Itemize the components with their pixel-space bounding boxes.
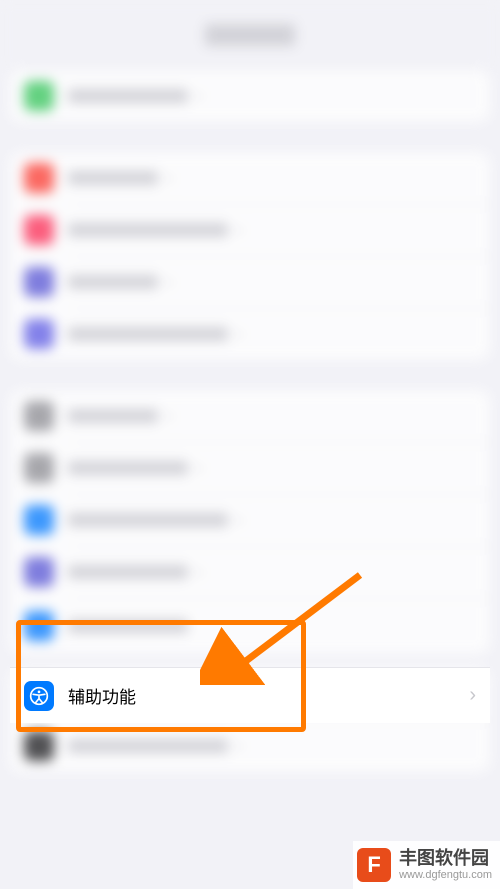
list-item[interactable]: › <box>10 204 490 256</box>
accessibility-label: 辅助功能 <box>68 683 461 708</box>
chevron-right-icon: › <box>166 405 173 428</box>
generic-icon <box>24 401 54 431</box>
list-item[interactable]: › <box>10 308 490 360</box>
chevron-right-icon: › <box>166 167 173 190</box>
chevron-right-icon: › <box>196 85 203 108</box>
row-label <box>68 171 158 185</box>
list-item[interactable]: › <box>10 70 490 122</box>
chevron-right-icon: › <box>196 561 203 584</box>
chevron-right-icon: › <box>166 271 173 294</box>
chevron-right-icon: › <box>196 457 203 480</box>
row-label <box>68 619 188 633</box>
watermark-title: 丰图软件园 <box>399 849 492 869</box>
chevron-right-icon: › <box>236 219 243 242</box>
row-label <box>68 565 188 579</box>
generic-icon <box>24 267 54 297</box>
section-2: › › › › <box>10 152 490 360</box>
row-label <box>68 461 188 475</box>
row-label <box>68 327 228 341</box>
row-label <box>68 513 228 527</box>
row-label <box>68 275 158 289</box>
page-title <box>205 24 295 46</box>
list-item[interactable] <box>10 598 490 654</box>
list-item[interactable]: › <box>10 256 490 308</box>
list-item[interactable]: › <box>10 390 490 442</box>
accessibility-icon <box>24 681 54 711</box>
generic-icon <box>24 215 54 245</box>
chevron-right-icon: › <box>236 509 243 532</box>
generic-icon <box>24 163 54 193</box>
list-item[interactable]: › <box>10 494 490 546</box>
generic-icon <box>24 731 54 761</box>
section-3: › › › › <box>10 390 490 654</box>
list-item[interactable]: › <box>10 152 490 204</box>
row-label <box>68 89 188 103</box>
row-label <box>68 409 158 423</box>
watermark-url: www.dgfengtu.com <box>399 869 492 881</box>
list-item[interactable]: › <box>10 546 490 598</box>
chevron-right-icon: › <box>236 323 243 346</box>
accessibility-row[interactable]: 辅助功能 › <box>10 667 490 723</box>
header <box>0 0 500 70</box>
row-label <box>68 739 228 753</box>
battery-icon <box>24 81 54 111</box>
generic-icon <box>24 453 54 483</box>
generic-icon <box>24 611 54 641</box>
row-label <box>68 223 228 237</box>
chevron-right-icon: › <box>469 684 476 707</box>
watermark: F 丰图软件园 www.dgfengtu.com <box>353 841 500 889</box>
section-1: › <box>10 70 490 122</box>
chevron-right-icon: › <box>236 735 243 758</box>
watermark-logo: F <box>357 848 391 882</box>
settings-screen: › › › › › <box>0 0 500 889</box>
generic-icon <box>24 557 54 587</box>
generic-icon <box>24 505 54 535</box>
generic-icon <box>24 319 54 349</box>
blurred-background: › › › › › <box>0 0 500 772</box>
list-item[interactable]: › <box>10 720 490 772</box>
list-item[interactable]: › <box>10 442 490 494</box>
